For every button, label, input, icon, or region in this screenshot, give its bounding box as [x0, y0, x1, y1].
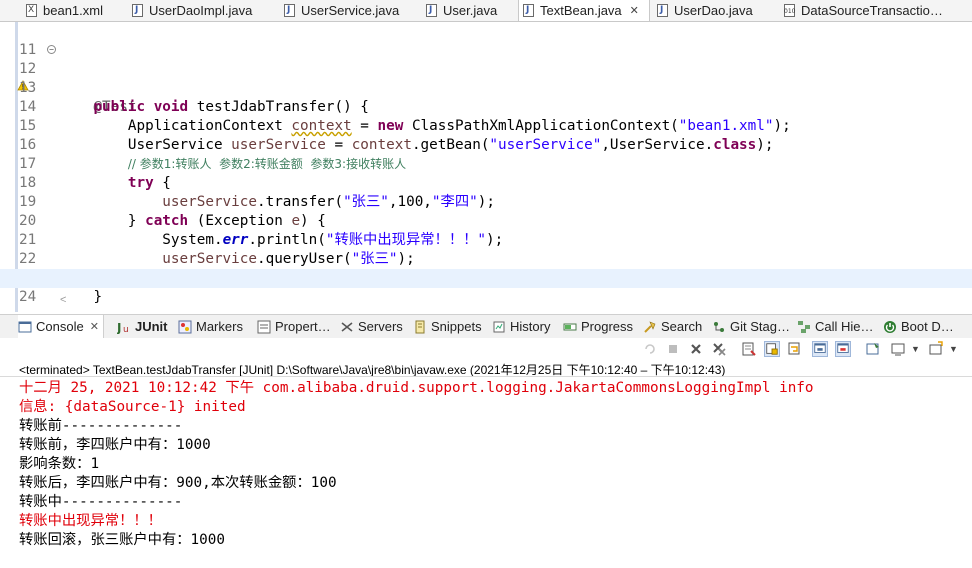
code-line: 20 System.err.println("转账中出现异常！！！"); — [19, 213, 504, 248]
display-console-icon[interactable] — [890, 341, 906, 357]
tab-junit[interactable]: Ju JUnit — [117, 315, 168, 338]
current-code-line[interactable]: 24 — [0, 269, 972, 305]
tab-properties[interactable]: Propert… — [257, 315, 331, 338]
code-line: 11 — [0, 22, 972, 58]
svg-text:u: u — [123, 325, 129, 334]
code-line: 18 userService.transfer("张三",100,"李四"); — [19, 175, 495, 210]
tab-label: UserDao.java — [674, 3, 753, 18]
tab-servers[interactable]: Servers — [340, 315, 403, 338]
snippets-icon — [415, 320, 425, 333]
svg-text:J: J — [117, 321, 121, 334]
horizontal-scrollbar[interactable]: < — [58, 292, 972, 308]
tab-boot-dashboard[interactable]: Boot D… — [883, 315, 954, 338]
code-line: 23 } — [0, 250, 972, 305]
code-line: 21 userService.queryUser("张三"); — [19, 232, 415, 267]
tab-git-staging[interactable]: Git Stag… — [712, 315, 790, 338]
tab-console[interactable]: Console ✕ — [18, 315, 104, 338]
remove-launch-icon[interactable] — [688, 341, 704, 357]
code-line: 15 UserService userService = context.get… — [19, 118, 774, 153]
java-file-icon — [284, 4, 295, 17]
console-icon — [18, 321, 32, 332]
java-file-icon — [426, 4, 437, 17]
terminate-icon[interactable] — [665, 341, 681, 357]
editor-tab-bar: bean1.xml UserDaoImpl.java UserService.j… — [0, 0, 972, 22]
progress-icon — [563, 323, 577, 330]
tab-datasourcetransaction[interactable]: DataSourceTransactio… — [780, 0, 943, 21]
pin-console-icon[interactable] — [865, 341, 881, 357]
console-line: 转账回滚，张三账户中有：1000 — [19, 532, 225, 548]
clear-console-icon[interactable] — [741, 341, 757, 357]
line-number: 24 — [19, 289, 37, 305]
code-line: 14 ApplicationContext context = new Clas… — [19, 99, 791, 134]
console-toolbar: ▼ ▼ — [0, 338, 972, 360]
properties-icon — [257, 320, 271, 333]
tab-label: UserDaoImpl.java — [149, 3, 253, 18]
git-staging-icon — [714, 321, 724, 332]
call-hierarchy-icon — [798, 320, 810, 333]
close-icon[interactable]: ✕ — [630, 4, 639, 17]
open-console-icon[interactable] — [928, 341, 944, 357]
view-tab-bar: Console ✕ Ju JUnit Markers Propert… Serv… — [0, 314, 972, 339]
tab-label: bean1.xml — [43, 3, 103, 18]
tab-label: DataSourceTransactio… — [801, 3, 943, 18]
search-icon — [644, 320, 656, 333]
tab-userdao-java[interactable]: UserDao.java — [653, 0, 753, 21]
console-line: 十二月 25, 2021 10:12:42 下午 com.alibaba.dru… — [19, 380, 814, 396]
show-on-stdout-icon[interactable] — [812, 341, 828, 357]
console-line: 影响条数：1 — [19, 456, 100, 472]
tab-userdaoimpl-java[interactable]: UserDaoImpl.java — [128, 0, 252, 21]
console-line: 转账前-------------- — [19, 418, 183, 434]
code-line: 17 try { — [19, 156, 171, 191]
tab-label: User.java — [443, 3, 498, 18]
tab-label: UserService.java — [301, 3, 400, 18]
java-file-icon — [657, 4, 668, 17]
tab-user-java[interactable]: User.java — [422, 0, 497, 21]
code-line: 22 } — [0, 231, 972, 286]
console-line: 转账后，李四账户中有：900,本次转账金额：100 — [19, 475, 337, 491]
java-file-icon — [132, 4, 143, 17]
tab-search[interactable]: Search — [643, 315, 702, 338]
console-output[interactable]: 十二月 25, 2021 10:12:42 下午 com.alibaba.dru… — [0, 376, 972, 568]
scroll-lock-icon[interactable] — [764, 341, 780, 357]
history-icon — [493, 321, 505, 332]
code-line: 16 // 参数1:转账人 参数2:转账金额 参数3:接收转账人 — [19, 137, 407, 171]
tab-userservice-java[interactable]: UserService.java — [280, 0, 399, 21]
java-file-icon — [523, 4, 534, 17]
chevron-down-icon[interactable]: ▼ — [949, 344, 958, 354]
class-file-icon — [784, 4, 795, 17]
servers-icon — [341, 321, 353, 332]
tab-snippets[interactable]: Snippets — [413, 315, 482, 338]
fold-toggle-icon[interactable]: − — [47, 45, 56, 54]
boot-dashboard-icon — [884, 320, 896, 333]
console-line: 转账中-------------- — [19, 494, 183, 510]
code-line: 19 } catch (Exception e) { — [19, 194, 326, 229]
xml-file-icon — [26, 4, 37, 17]
tab-history[interactable]: History — [492, 315, 550, 338]
scroll-left-icon[interactable]: < — [60, 294, 66, 306]
console-line: 转账中出现异常！！！ — [19, 513, 162, 529]
console-line: 信息: {dataSource-1} inited — [19, 399, 246, 415]
code-line: 13 public void testJdabTransfer() { — [19, 80, 369, 115]
tab-markers[interactable]: Markers — [178, 315, 243, 338]
tab-label: TextBean.java — [540, 3, 622, 18]
show-on-stderr-icon[interactable] — [835, 341, 851, 357]
tab-textbean-java[interactable]: TextBean.java ✕ — [518, 0, 650, 21]
markers-icon — [178, 320, 192, 333]
tab-bean1-xml[interactable]: bean1.xml — [22, 0, 103, 21]
tab-progress[interactable]: Progress — [563, 315, 633, 338]
remove-all-terminated-icon[interactable] — [711, 341, 727, 357]
chevron-down-icon[interactable]: ▼ — [911, 344, 920, 354]
word-wrap-icon[interactable] — [787, 341, 803, 357]
code-editor[interactable]: 11 12 − @Test 13 public void testJdabTra… — [0, 22, 972, 312]
code-line: 12 − @Test — [19, 45, 137, 115]
close-icon[interactable]: ✕ — [90, 320, 99, 333]
relaunch-icon[interactable] — [642, 341, 658, 357]
tab-call-hierarchy[interactable]: Call Hie… — [797, 315, 874, 338]
junit-icon: Ju — [117, 321, 129, 334]
console-line: 转账前，李四账户中有：1000 — [19, 437, 211, 453]
